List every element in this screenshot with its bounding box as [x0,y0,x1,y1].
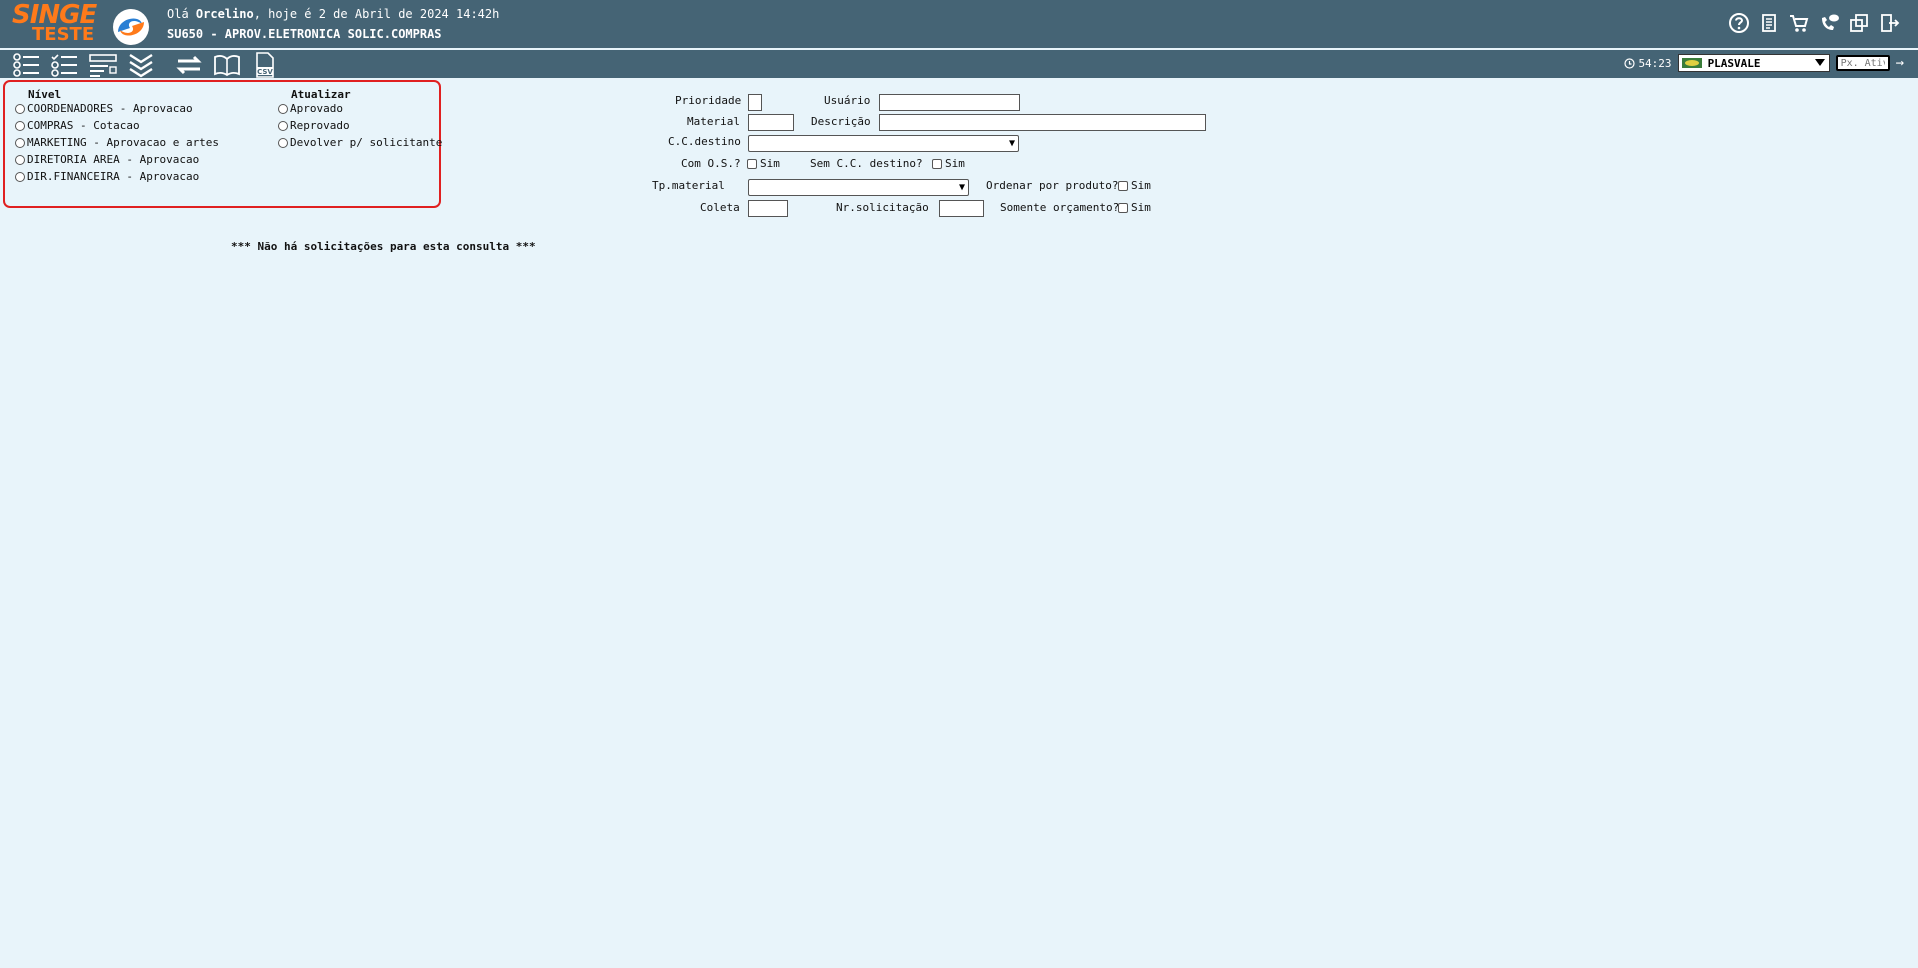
radio-label: DIR.FINANCEIRA - Aprovacao [27,170,200,183]
greeting-date: , hoje é 2 de Abril de 2024 14:42h [253,7,500,21]
checkbox[interactable] [1118,180,1128,191]
radio-label: Devolver p/ solicitante [290,136,443,149]
book-icon[interactable] [212,52,242,78]
material-label: Material [687,115,740,128]
chevron-down-icon [1814,59,1825,66]
windows-icon[interactable] [1848,12,1870,34]
logout-icon[interactable] [1878,12,1900,34]
prioridade-label: Prioridade [675,94,742,107]
descricao-input[interactable] [879,114,1206,131]
greeting-prefix: Olá [167,7,196,21]
phone-chat-icon[interactable] [1818,12,1840,34]
program-title: SU650 - APROV.ELETRONICA SOLIC.COMPRAS [167,27,442,41]
tp-material-label: Tp.material [652,179,725,192]
nr-solicitacao-label: Nr.solicitação [836,201,929,214]
radio-button[interactable] [278,137,288,148]
refresh-swap-icon[interactable] [174,52,204,78]
radio-label: Aprovado [290,102,343,115]
px-ativ-input[interactable] [1835,55,1890,71]
radio-button[interactable] [15,154,25,165]
radio-atualizar-aprovado[interactable]: Aprovado [278,102,343,115]
checkbox[interactable] [932,158,942,169]
csv-icon-label: CSV [257,68,273,76]
com-os-checkbox[interactable]: Sim [747,157,780,170]
radio-button[interactable] [278,103,288,114]
company-flag-icon [1681,58,1702,68]
chevron-down-icon: ▼ [1008,138,1015,149]
cc-destino-select[interactable]: ▼ [748,135,1019,152]
atualizar-title: Atualizar [291,88,351,101]
sim-label: Sim [760,157,780,170]
sem-cc-checkbox[interactable]: Sim [932,157,965,170]
radio-label: COORDENADORES - Aprovacao [27,102,193,115]
toolbar-icons: CSV [12,52,280,78]
list-view-icon[interactable] [12,52,42,78]
radio-label: COMPRAS - Cotacao [27,119,140,132]
sim-label: Sim [1131,201,1151,214]
radio-nivel-coordenadores[interactable]: COORDENADORES - Aprovacao [15,102,193,115]
swirl-logo-icon [113,9,149,45]
nivel-title: Nível [28,88,62,101]
cart-icon[interactable] [1788,12,1810,34]
somente-orcamento-label: Somente orçamento? [1000,201,1120,214]
prioridade-input[interactable] [748,94,762,111]
checklist-icon[interactable] [50,52,80,78]
document-list-icon[interactable] [1758,12,1780,34]
sem-cc-label: Sem C.C. destino? [810,157,923,170]
coleta-label: Coleta [700,201,740,214]
radio-nivel-diretoria[interactable]: DIRETORIA AREA - Aprovacao [15,153,199,166]
help-icon[interactable] [1728,12,1750,34]
radio-button[interactable] [15,103,25,114]
empty-result-message: *** Não há solicitações para esta consul… [231,240,536,253]
checkbox[interactable] [747,158,757,169]
radio-label: MARKETING - Aprovacao e artes [27,136,220,149]
radio-button[interactable] [15,171,25,182]
ordenar-label: Ordenar por produto? [986,179,1119,192]
session-timer: 54:23 [1624,56,1672,70]
logo-text-bottom: TESTE [32,24,95,45]
usuario-input[interactable] [879,94,1020,111]
descricao-label: Descrição [811,115,871,128]
usuario-label: Usuário [824,94,871,107]
somente-orcamento-checkbox[interactable]: Sim [1118,201,1151,214]
tp-material-select[interactable]: ▼ [748,179,969,196]
cc-destino-label: C.C.destino [668,135,741,148]
csv-export-icon[interactable]: CSV [250,52,280,78]
singe-logo: SINGE TESTE [12,2,104,46]
radio-atualizar-devolver[interactable]: Devolver p/ solicitante [278,136,442,149]
timer-value: 54:23 [1638,56,1672,70]
greeting-text: Olá Orcelino, hoje é 2 de Abril de 2024 … [167,7,499,21]
toolbar-right: 54:23 PLASVALE → [1624,54,1904,72]
company-select[interactable]: PLASVALE [1677,54,1830,72]
radio-label: Reprovado [290,119,350,132]
radio-nivel-compras[interactable]: COMPRAS - Cotacao [15,119,140,132]
header-actions [1728,12,1900,34]
com-os-label: Com O.S.? [681,157,741,170]
sim-label: Sim [1131,179,1151,192]
radio-nivel-financeira[interactable]: DIR.FINANCEIRA - Aprovacao [15,170,199,183]
nr-solicitacao-input[interactable] [939,200,984,217]
coleta-input[interactable] [748,200,788,217]
radio-atualizar-reprovado[interactable]: Reprovado [278,119,350,132]
toolbar: CSV 54:23 PLASVALE → [0,50,1918,78]
company-name: PLASVALE [1707,56,1761,70]
radio-button[interactable] [15,120,25,131]
ordenar-checkbox[interactable]: Sim [1118,179,1151,192]
collapse-chevrons-icon[interactable] [126,52,156,78]
radio-button[interactable] [15,137,25,148]
radio-label: DIRETORIA AREA - Aprovacao [27,153,200,166]
radio-nivel-marketing[interactable]: MARKETING - Aprovacao e artes [15,136,219,149]
chevron-down-icon: ▼ [958,182,965,193]
user-name: Orcelino [195,7,254,21]
checkbox[interactable] [1118,202,1128,213]
sim-label: Sim [945,157,965,170]
clock-icon [1624,57,1636,69]
material-input[interactable] [748,114,794,131]
header-bar: SINGE TESTE Olá Orcelino, hoje é 2 de Ab… [0,0,1918,50]
arrow-right-icon[interactable]: → [1896,55,1904,71]
form-view-icon[interactable] [88,52,118,78]
nivel-atualizar-panel: Nível COORDENADORES - Aprovacao COMPRAS … [3,80,442,208]
radio-button[interactable] [278,120,288,131]
